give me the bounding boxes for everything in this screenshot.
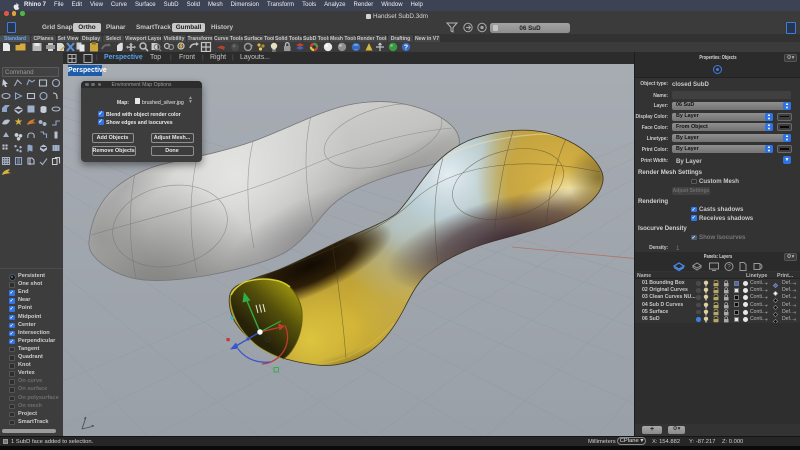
svg-text:?: ? (404, 45, 408, 52)
